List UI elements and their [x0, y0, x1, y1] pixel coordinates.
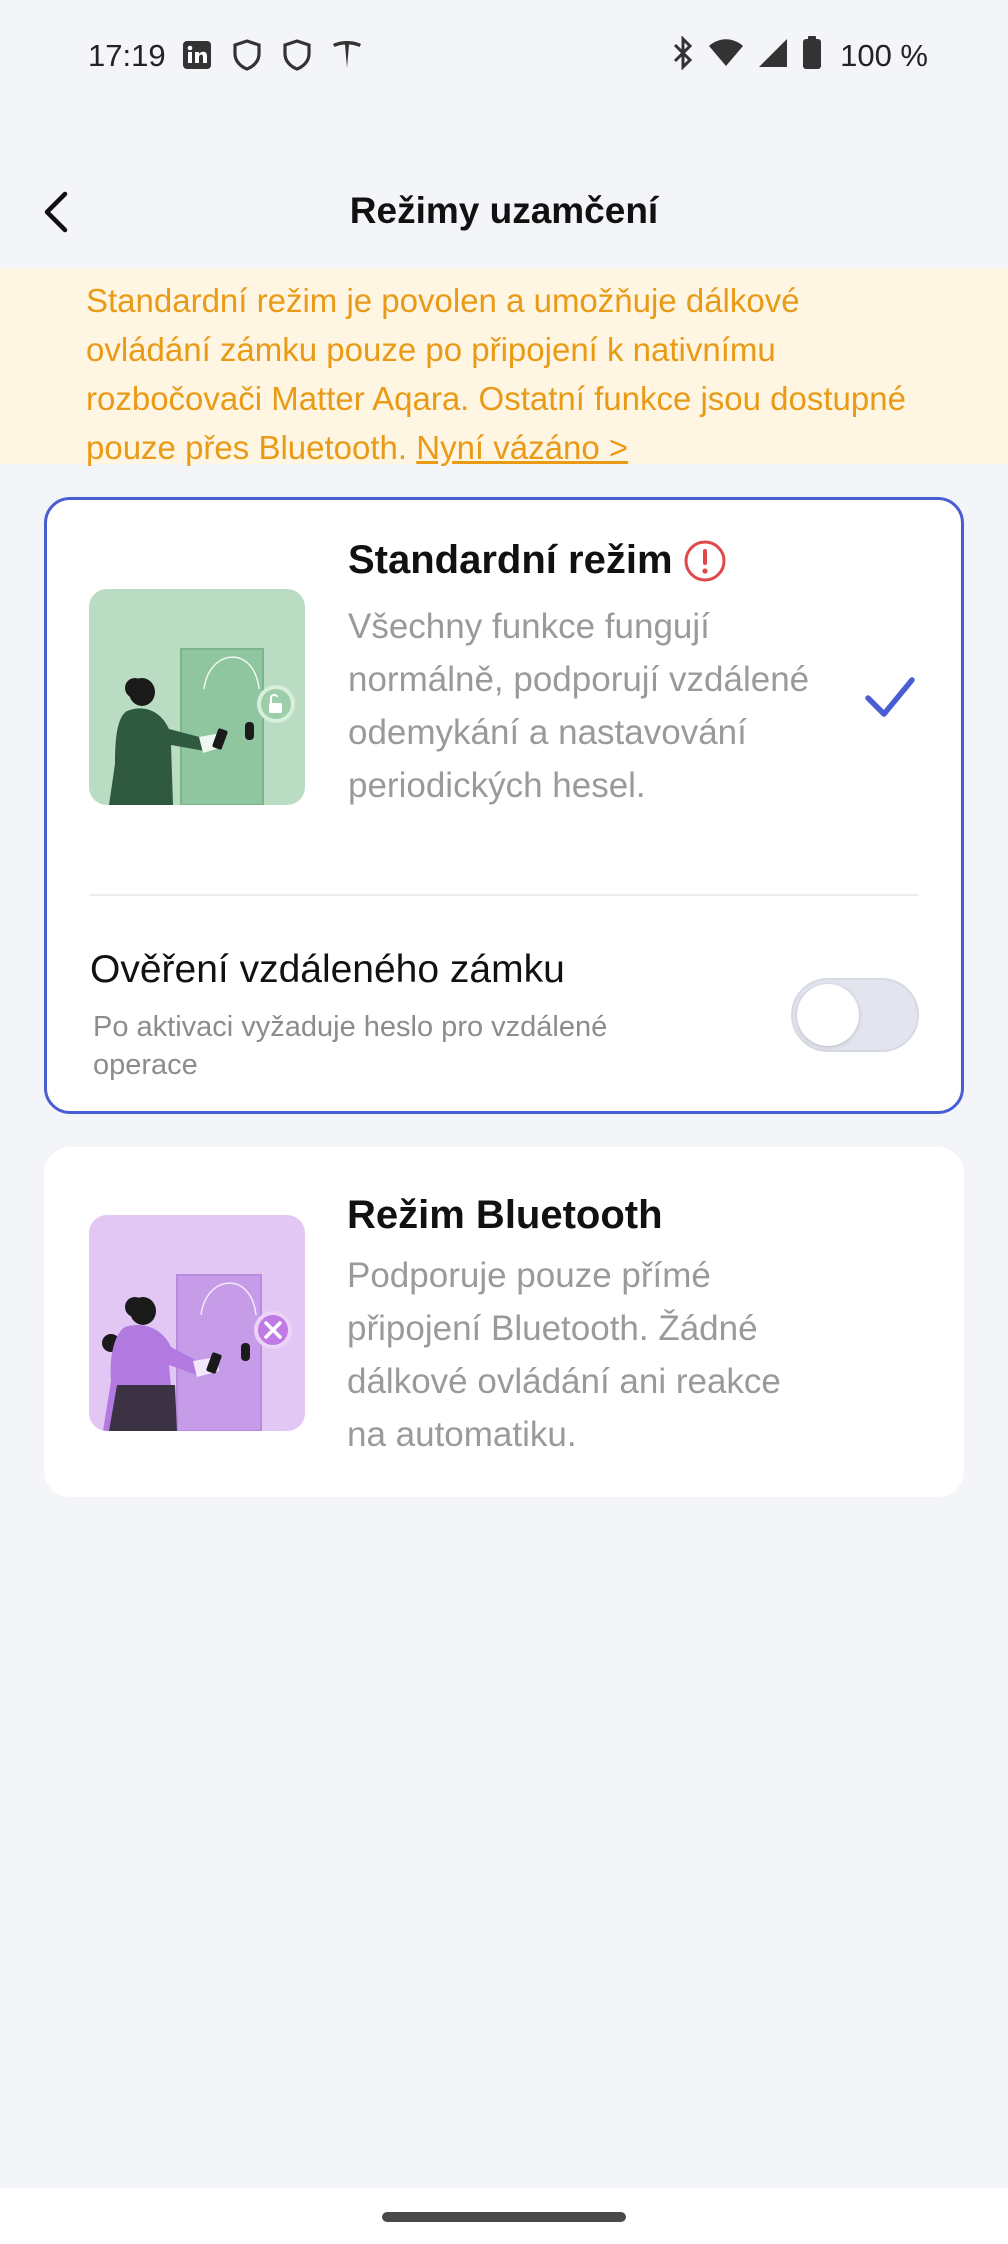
standard-mode-description: Všechny funkce fungují normálně, podporu…: [348, 607, 810, 805]
alert-circle-icon[interactable]: [683, 539, 727, 583]
standard-mode-title-row: Standardní režim: [348, 538, 727, 583]
battery-percentage: 100 %: [840, 37, 928, 73]
toggle-knob: [797, 984, 859, 1046]
system-icons: 100 %: [672, 35, 928, 75]
shield-icon: [280, 38, 314, 72]
warning-banner: Standardní režim je povolen a umožňuje d…: [0, 268, 1008, 466]
notification-icons: [180, 38, 364, 72]
bluetooth-mode-card[interactable]: Režim Bluetooth Podporuje pouze přímé př…: [44, 1147, 964, 1497]
shield-icon: [230, 38, 264, 72]
remote-lock-verification-subtitle: Po aktivaci vyžaduje heslo pro vzdálené …: [93, 1011, 608, 1081]
page-title: Režimy uzamčení: [349, 190, 659, 231]
wifi-icon: [708, 38, 744, 73]
tesla-icon: [330, 38, 364, 72]
bluetooth-mode-illustration: [89, 1215, 305, 1431]
standard-mode-illustration: [89, 589, 305, 805]
status-bar: 17:19 100 %: [0, 0, 1008, 112]
bluetooth-mode-title-row: Režim Bluetooth: [347, 1193, 663, 1238]
app-header: Režimy uzamčení: [0, 168, 1008, 256]
standard-mode-title: Standardní režim: [348, 538, 673, 582]
linkedin-icon: [180, 38, 214, 72]
bluetooth-icon: [672, 35, 694, 75]
remote-lock-verification-toggle[interactable]: [791, 978, 919, 1052]
home-indicator[interactable]: [382, 2212, 626, 2222]
divider: [89, 894, 919, 896]
checkmark-icon: [865, 677, 915, 717]
bluetooth-mode-title: Režim Bluetooth: [347, 1193, 663, 1237]
standard-mode-card[interactable]: Standardní režim Všechny funkce fungují …: [44, 497, 964, 1114]
status-time: 17:19: [88, 38, 166, 73]
remote-lock-verification-title: Ověření vzdáleného zámku: [90, 948, 565, 991]
bluetooth-mode-description: Podporuje pouze přímé připojení Bluetoot…: [347, 1256, 781, 1454]
signal-icon: [758, 38, 788, 73]
bind-now-link[interactable]: Nyní vázáno >: [416, 429, 628, 466]
battery-icon: [802, 36, 822, 75]
